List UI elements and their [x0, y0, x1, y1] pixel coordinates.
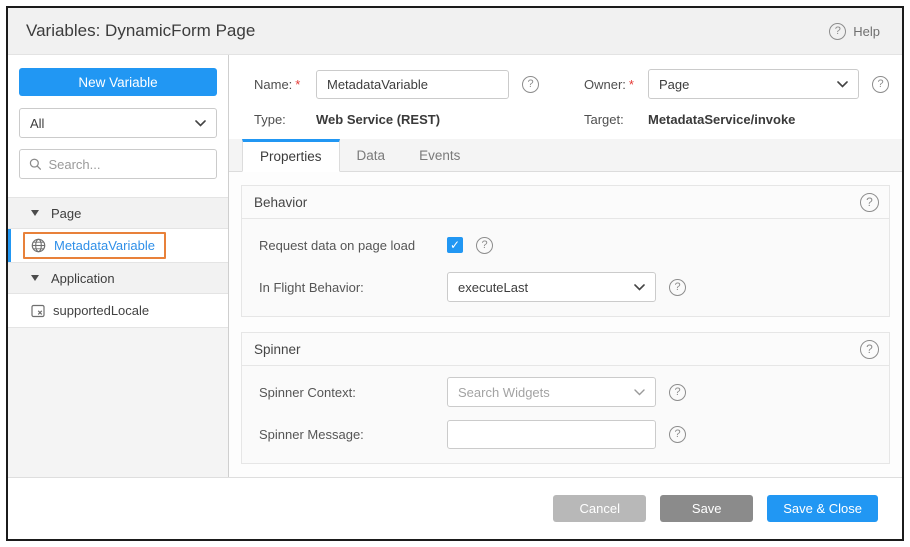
required-marker: * [295, 77, 300, 92]
inflight-behavior-row: In Flight Behavior: executeLast [254, 272, 877, 302]
variables-dialog: Variables: DynamicForm Page Help New Var… [6, 6, 904, 541]
variables-sidebar: New Variable All Page [8, 55, 229, 477]
chevron-down-icon [634, 389, 645, 396]
tree-item-label: supportedLocale [53, 303, 149, 318]
tab-data[interactable]: Data [340, 139, 403, 172]
chevron-down-icon [837, 81, 848, 88]
search-input[interactable] [48, 157, 207, 172]
help-icon[interactable] [872, 76, 889, 93]
search-icon [29, 157, 41, 171]
chevron-down-icon [195, 120, 206, 127]
type-value: Web Service (REST) [316, 112, 440, 127]
spinner-context-label: Spinner Context: [254, 385, 447, 400]
inflight-behavior-label: In Flight Behavior: [254, 280, 447, 295]
spinner-context-placeholder: Search Widgets [458, 385, 550, 400]
tab-events[interactable]: Events [402, 139, 477, 172]
tree-item-label: MetadataVariable [54, 238, 155, 253]
variable-filter-select[interactable]: All [19, 108, 217, 138]
properties-panel-area: Behavior Request data on page load In Fl… [229, 172, 902, 477]
variable-search [19, 149, 217, 179]
help-icon[interactable] [669, 279, 686, 296]
variables-tree: Page MetadataVariable Application suppor… [8, 197, 228, 328]
target-value: MetadataService/invoke [648, 112, 795, 127]
help-icon[interactable] [860, 193, 879, 212]
tree-item-metadatavariable[interactable]: MetadataVariable [8, 229, 228, 263]
cancel-button[interactable]: Cancel [553, 495, 646, 522]
spinner-message-label: Spinner Message: [254, 427, 447, 442]
help-button[interactable]: Help [829, 23, 880, 40]
save-button[interactable]: Save [660, 495, 753, 522]
spinner-title: Spinner [254, 342, 301, 357]
owner-select[interactable]: Page [648, 69, 859, 99]
variable-editor: Name:* Owner:* Page [229, 55, 902, 477]
behavior-title: Behavior [254, 195, 307, 210]
save-and-close-button[interactable]: Save & Close [767, 495, 878, 522]
tree-group-label: Page [51, 206, 81, 221]
dialog-header: Variables: DynamicForm Page Help [8, 8, 902, 55]
behavior-section-header: Behavior [242, 186, 889, 219]
type-label: Type: [254, 112, 316, 127]
new-variable-button[interactable]: New Variable [19, 68, 217, 96]
page-title: Variables: DynamicForm Page [26, 21, 255, 41]
chevron-down-icon [634, 284, 645, 291]
spinner-message-field[interactable] [447, 420, 656, 449]
sidebar-filler [8, 328, 228, 477]
help-icon[interactable] [476, 237, 493, 254]
request-data-row: Request data on page load [254, 230, 877, 260]
help-label: Help [853, 24, 880, 39]
help-icon[interactable] [669, 426, 686, 443]
locale-icon [31, 304, 45, 318]
spinner-context-select[interactable]: Search Widgets [447, 377, 656, 407]
required-marker: * [629, 77, 634, 92]
tree-group-page[interactable]: Page [8, 198, 228, 229]
spinner-message-row: Spinner Message: [254, 419, 877, 449]
help-icon [829, 23, 846, 40]
caret-down-icon [31, 275, 39, 281]
behavior-section: Behavior Request data on page load In Fl… [241, 185, 890, 317]
globe-icon [31, 238, 46, 253]
sidebar-controls: New Variable All [8, 55, 228, 183]
name-label: Name:* [254, 77, 316, 92]
owner-value: Page [659, 77, 689, 92]
help-icon[interactable] [522, 76, 539, 93]
editor-tabs: Properties Data Events [229, 139, 902, 172]
caret-down-icon [31, 210, 39, 216]
help-icon[interactable] [669, 384, 686, 401]
tree-group-label: Application [51, 271, 115, 286]
request-data-checkbox[interactable] [447, 237, 463, 253]
dialog-body: New Variable All Page [8, 55, 902, 477]
selection-highlight-box: MetadataVariable [23, 232, 166, 259]
help-icon[interactable] [860, 340, 879, 359]
target-label: Target: [584, 112, 648, 127]
spinner-context-row: Spinner Context: Search Widgets [254, 377, 877, 407]
request-data-label: Request data on page load [254, 238, 447, 253]
spinner-section-header: Spinner [242, 333, 889, 366]
variable-filter-value: All [30, 116, 44, 131]
spinner-section: Spinner Spinner Context: Search Widgets [241, 332, 890, 464]
tab-properties[interactable]: Properties [242, 139, 340, 172]
owner-label: Owner:* [584, 77, 648, 92]
variable-summary: Name:* Owner:* Page [229, 55, 902, 139]
tree-group-application[interactable]: Application [8, 263, 228, 294]
inflight-behavior-value: executeLast [458, 280, 528, 295]
inflight-behavior-select[interactable]: executeLast [447, 272, 656, 302]
name-field[interactable] [316, 70, 509, 99]
tree-item-supportedlocale[interactable]: supportedLocale [8, 294, 228, 328]
dialog-footer: Cancel Save Save & Close [8, 477, 902, 539]
